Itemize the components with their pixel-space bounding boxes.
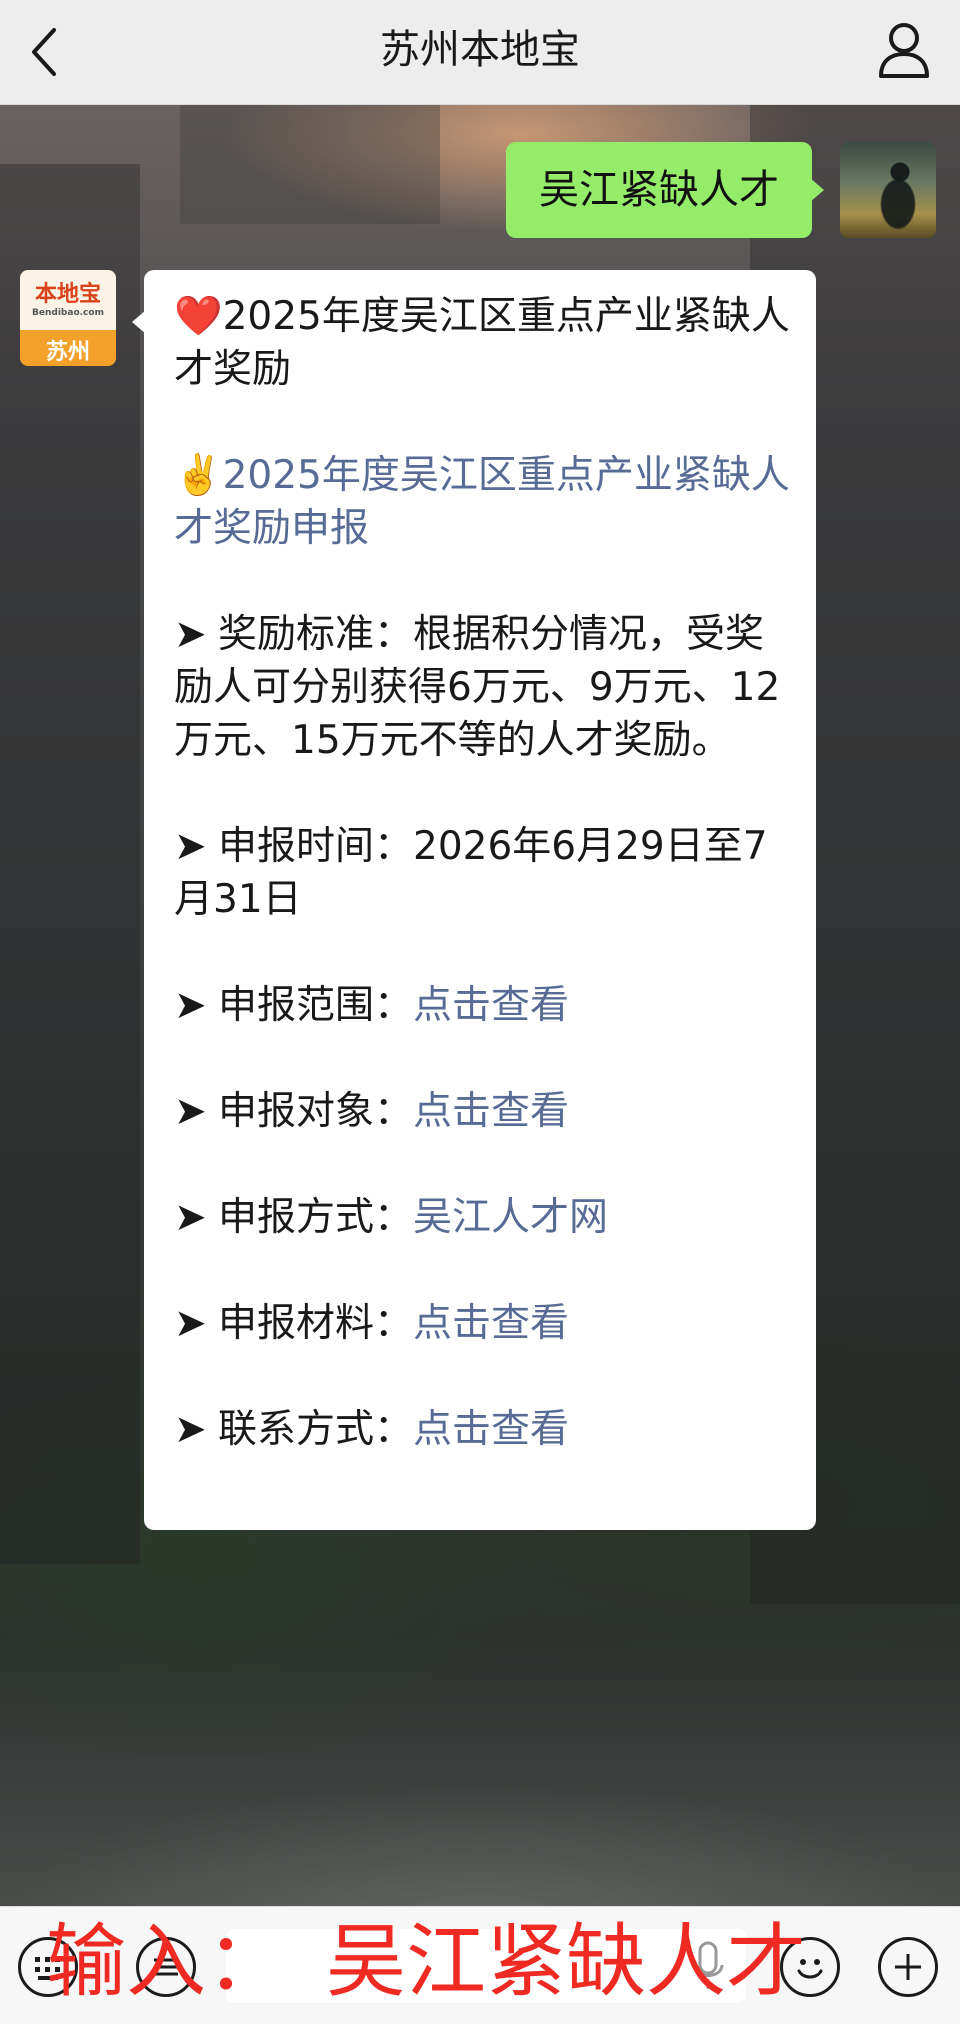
person-icon	[879, 23, 929, 78]
bot-logo-text: 本地宝	[34, 281, 101, 307]
reply-heading-text: 2025年度吴江区重点产业紧缺人才奖励	[174, 294, 790, 392]
heart-icon: ❤️	[174, 294, 223, 339]
chat-title: 苏州本地宝	[380, 27, 580, 73]
reply-message-bubble: ❤️2025年度吴江区重点产业紧缺人才奖励 ✌️2025年度吴江区重点产业紧缺人…	[132, 270, 816, 1530]
item-label: 申报时间：	[218, 824, 414, 869]
user-avatar[interactable]	[840, 142, 936, 238]
user-message-bubble[interactable]: 吴江紧缺人才	[506, 142, 824, 238]
arrow-icon: ➤	[174, 983, 207, 1028]
item-link[interactable]: 吴江人才网	[413, 1195, 608, 1240]
more-options-button[interactable]	[878, 1937, 938, 1997]
annotation-lead: 输入：	[46, 1915, 286, 2008]
arrow-icon: ➤	[174, 1089, 207, 1134]
arrow-icon: ➤	[174, 824, 207, 869]
bot-avatar[interactable]: 本地宝 Bendibao.com 苏州	[20, 270, 116, 366]
reply-heading: ❤️2025年度吴江区重点产业紧缺人才奖励	[174, 290, 790, 396]
reply-main-link-text[interactable]: 2025年度吴江区重点产业紧缺人才奖励申报	[174, 453, 790, 551]
item-label: 申报对象：	[218, 1089, 414, 1134]
annotation-overlay: 输入： 吴江紧缺人才	[46, 1912, 806, 2012]
top-navigation-bar: 苏州本地宝	[0, 0, 960, 105]
arrow-icon: ➤	[174, 612, 207, 657]
plus-icon	[895, 1954, 921, 1980]
arrow-icon: ➤	[174, 1195, 207, 1240]
item-link[interactable]: 点击查看	[413, 1089, 569, 1134]
item-label: 申报材料：	[218, 1301, 414, 1346]
reply-item-applicants: ➤ 申报对象：点击查看	[174, 1085, 790, 1138]
arrow-icon: ➤	[174, 1407, 207, 1452]
reply-item-application-scope: ➤ 申报范围：点击查看	[174, 979, 790, 1032]
profile-button[interactable]	[876, 20, 932, 80]
reply-item-application-time: ➤ 申报时间：2026年6月29日至7月31日	[174, 820, 790, 926]
item-label: 奖励标准：	[218, 612, 414, 657]
item-link[interactable]: 点击查看	[413, 983, 569, 1028]
arrow-icon: ➤	[174, 1301, 207, 1346]
victory-hand-icon: ✌️	[174, 453, 223, 498]
bot-city-label: 苏州	[45, 340, 90, 365]
reply-item-materials: ➤ 申报材料：点击查看	[174, 1297, 790, 1350]
annotation-text: 吴江紧缺人才	[326, 1915, 806, 2008]
item-label: 申报方式：	[218, 1195, 414, 1240]
item-link[interactable]: 点击查看	[413, 1407, 569, 1452]
item-label: 申报范围：	[218, 983, 414, 1028]
item-link[interactable]: 点击查看	[413, 1301, 569, 1346]
reply-item-contact: ➤ 联系方式：点击查看	[174, 1403, 790, 1456]
reply-item-application-method: ➤ 申报方式：吴江人才网	[174, 1191, 790, 1244]
item-label: 联系方式：	[218, 1407, 414, 1452]
reply-item-reward-standard: ➤ 奖励标准：根据积分情况，受奖励人可分别获得6万元、9万元、12万元、15万元不…	[174, 608, 790, 767]
bot-logo-url: Bendibao.com	[32, 308, 104, 318]
reply-main-link[interactable]: ✌️2025年度吴江区重点产业紧缺人才奖励申报	[174, 449, 790, 555]
